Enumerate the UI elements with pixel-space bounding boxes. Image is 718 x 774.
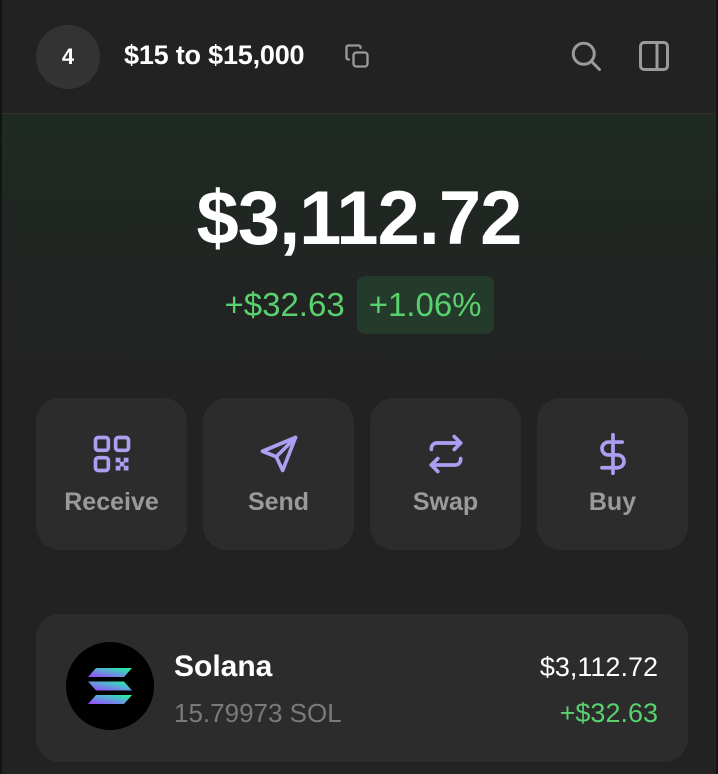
- solana-logo-mark: [88, 668, 132, 704]
- dollar-icon: [599, 432, 626, 476]
- token-name: Solana: [174, 650, 273, 683]
- account-name[interactable]: $15 to $15,000: [124, 40, 305, 71]
- token-amount: 15.79973 SOL: [174, 698, 342, 728]
- balance-change-amount: +$32.63: [224, 286, 345, 323]
- action-buttons: Receive Send Swap Buy: [36, 398, 688, 550]
- swap-label: Swap: [412, 488, 479, 516]
- swap-icon: [429, 434, 462, 474]
- token-change: +$32.63: [559, 698, 658, 728]
- solana-logo-icon: [66, 642, 154, 730]
- sidebar-panel-icon[interactable]: [636, 38, 672, 74]
- balance-change-percent-badge: +1.06%: [356, 276, 494, 334]
- header: 4 $15 to $15,000: [2, 0, 716, 114]
- copy-icon[interactable]: [343, 42, 371, 70]
- token-value: $3,112.72: [539, 652, 658, 682]
- send-icon: [260, 435, 297, 473]
- qr-code-icon: [93, 435, 130, 473]
- buy-label: Buy: [588, 488, 637, 516]
- token-row-solana[interactable]: Solana 15.79973 SOL $3,112.72 +$32.63: [36, 614, 688, 762]
- balance-change-row: +$32.63 +1.06%: [2, 276, 716, 334]
- swap-button[interactable]: Swap: [370, 398, 521, 550]
- buy-button[interactable]: Buy: [537, 398, 688, 550]
- total-balance: $3,112.72: [196, 176, 523, 261]
- send-label: Send: [247, 488, 310, 516]
- search-icon[interactable]: [568, 38, 604, 74]
- receive-label: Receive: [64, 488, 159, 516]
- wallet-window: 4 $15 to $15,000 $3,112.72 +$32.63 +1.06…: [0, 0, 718, 774]
- account-index: 4: [61, 44, 75, 69]
- send-button[interactable]: Send: [203, 398, 354, 550]
- account-avatar[interactable]: 4: [36, 25, 100, 89]
- receive-button[interactable]: Receive: [36, 398, 187, 550]
